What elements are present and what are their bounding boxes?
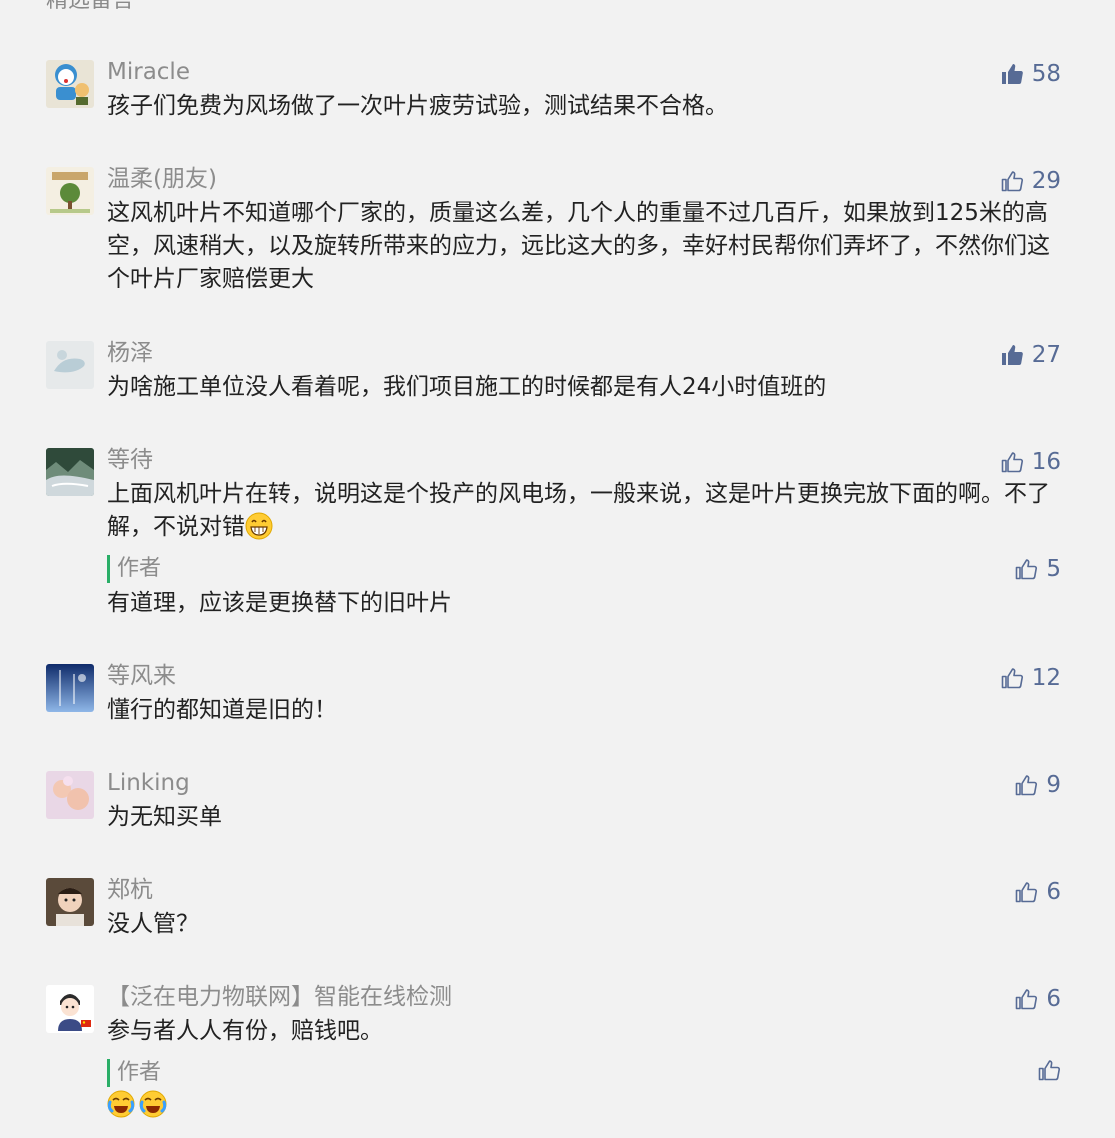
like-button[interactable]: 27: [1000, 340, 1061, 370]
avatar-image: [46, 771, 94, 819]
laugh-cry-emoji-icon: [139, 1090, 167, 1118]
thumbs-up-icon: [1014, 557, 1038, 581]
thumbs-up-filled-icon: [1000, 62, 1024, 86]
commenter-name: Miracle: [107, 59, 190, 85]
avatar-image: [46, 167, 94, 215]
like-count: 6: [1046, 986, 1061, 1012]
comment-text: 没人管？: [107, 911, 199, 937]
like-count: 6: [1046, 879, 1061, 905]
like-button[interactable]: 16: [1000, 447, 1061, 477]
comment-text: 这风机叶片不知道哪个厂家的，质量这么差，几个人的重量不过几百斤，如果放到125米…: [107, 200, 1050, 292]
like-count: 58: [1031, 61, 1061, 87]
like-count: 29: [1031, 168, 1061, 194]
comment-text: 孩子们免费为风场做了一次叶片疲劳试验，测试结果不合格。: [107, 93, 728, 119]
comment-text: 为无知买单: [107, 804, 222, 830]
commenter-name: 等风来: [107, 663, 176, 689]
commenter-name: 杨泽: [107, 340, 153, 366]
laugh-cry-emoji-icon: [107, 1090, 135, 1118]
thumbs-up-icon: [1000, 169, 1024, 193]
comment-text: 为啥施工单位没人看着呢，我们项目施工的时候都是有人24小时值班的: [107, 374, 827, 400]
like-count: 16: [1031, 449, 1061, 475]
commenter-name: Linking: [107, 770, 190, 796]
comment-text: 上面风机叶片在转，说明这是个投产的风电场，一般来说，这是叶片更换完放下面的啊。不…: [107, 478, 1057, 544]
comment-text: 参与者人人有份，赔钱吧。: [107, 1018, 383, 1044]
avatar-image: [46, 878, 94, 926]
thumbs-up-icon: [1014, 773, 1038, 797]
like-button[interactable]: 6: [1014, 877, 1061, 907]
like-button[interactable]: 29: [1000, 166, 1061, 196]
commenter-name: 温柔(朋友): [107, 166, 217, 192]
section-title: 精选留言: [46, 0, 135, 13]
grin-emoji-icon: [245, 512, 273, 540]
author-reply-label: 作者: [107, 1059, 161, 1087]
thumbs-up-filled-icon: [1000, 343, 1024, 367]
reply-like-button[interactable]: [1037, 1058, 1061, 1082]
commenter-name: 郑杭: [107, 877, 153, 903]
thumbs-up-icon: [1014, 880, 1038, 904]
avatar-image: [46, 664, 94, 712]
reply-like-count: 5: [1046, 556, 1061, 582]
thumbs-up-icon: [1037, 1058, 1061, 1082]
like-button[interactable]: 12: [1000, 663, 1061, 693]
avatar[interactable]: [46, 341, 94, 389]
avatar[interactable]: [46, 448, 94, 496]
avatar[interactable]: [46, 878, 94, 926]
avatar[interactable]: [46, 985, 94, 1033]
like-count: 27: [1031, 342, 1061, 368]
author-reply-text: 有道理，应该是更换替下的旧叶片: [107, 590, 452, 616]
avatar[interactable]: [46, 664, 94, 712]
avatar-image: [46, 341, 94, 389]
avatar[interactable]: [46, 60, 94, 108]
thumbs-up-icon: [1000, 666, 1024, 690]
reply-like-button[interactable]: 5: [1014, 554, 1061, 584]
like-button[interactable]: 58: [1000, 59, 1061, 89]
thumbs-up-icon: [1000, 450, 1024, 474]
like-button[interactable]: 6: [1014, 984, 1061, 1014]
avatar-image: [46, 985, 94, 1033]
comments-page: 精选留言 Miracle 58 孩子们免费为风场做了一次叶片疲劳试验，测试结果不…: [0, 0, 1115, 1138]
like-count: 12: [1031, 665, 1061, 691]
avatar[interactable]: [46, 771, 94, 819]
commenter-name: 等待: [107, 447, 153, 473]
avatar[interactable]: [46, 167, 94, 215]
avatar-image: [46, 60, 94, 108]
author-reply-emojis: [107, 1089, 171, 1122]
thumbs-up-icon: [1014, 987, 1038, 1011]
avatar-image: [46, 448, 94, 496]
author-reply-label: 作者: [107, 555, 161, 583]
comment-text: 懂行的都知道是旧的！: [107, 697, 337, 723]
like-button[interactable]: 9: [1014, 770, 1061, 800]
commenter-name: 【泛在电力物联网】智能在线检测: [107, 984, 452, 1010]
like-count: 9: [1046, 772, 1061, 798]
